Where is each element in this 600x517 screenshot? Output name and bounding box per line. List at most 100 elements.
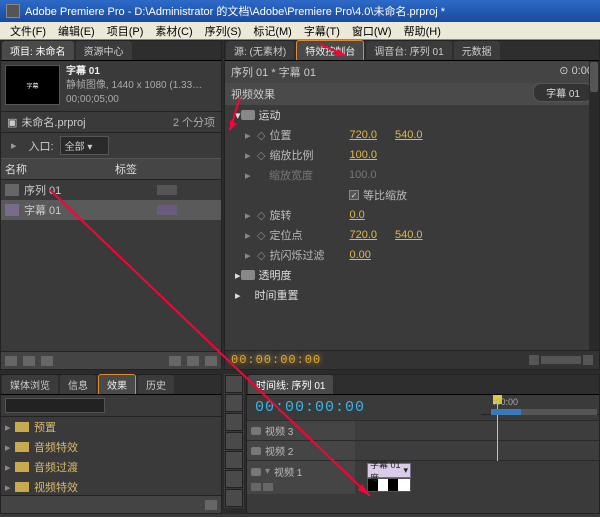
new-bin-icon[interactable] bbox=[205, 500, 217, 510]
tab-audio-mixer[interactable]: 调音台: 序列 01 bbox=[366, 41, 451, 60]
group-timeremap[interactable]: ▸ 时间重置 bbox=[225, 285, 599, 305]
menu-title[interactable]: 字幕(T) bbox=[298, 23, 346, 39]
fx-badge-icon bbox=[241, 270, 255, 280]
disclosure-icon[interactable]: ▸ bbox=[235, 269, 241, 282]
track-opt-icon[interactable] bbox=[263, 483, 273, 491]
effects-folder-audio-fx[interactable]: ▸音频特效 bbox=[1, 437, 221, 457]
anchor-x-value[interactable]: 720.0 bbox=[349, 229, 377, 241]
track-v2[interactable]: 视频 2 bbox=[247, 440, 599, 460]
find-icon[interactable] bbox=[41, 356, 53, 366]
effect-controls-panel: 源: (无素材) 特效控制台 调音台: 序列 01 元数据 序列 01 * 字幕… bbox=[224, 40, 600, 370]
tab-metadata[interactable]: 元数据 bbox=[454, 41, 500, 60]
menu-marker[interactable]: 标记(M) bbox=[247, 23, 298, 39]
disclosure-icon[interactable]: ▸ bbox=[235, 289, 241, 302]
tab-history[interactable]: 历史 bbox=[138, 375, 174, 394]
col-name[interactable]: 名称 bbox=[5, 161, 115, 177]
prop-antiflicker: ▸◇ 抗闪烁过滤 0.00 bbox=[225, 245, 599, 265]
delete-icon[interactable] bbox=[205, 356, 217, 366]
ripple-tool[interactable] bbox=[225, 413, 243, 431]
zoom-out-icon[interactable] bbox=[529, 355, 539, 365]
zoom-in-icon[interactable] bbox=[583, 355, 593, 365]
timeline-clip[interactable]: 字幕 01 度▾ bbox=[367, 463, 411, 478]
window-title: Adobe Premiere Pro - D:\Administrator 的文… bbox=[25, 3, 445, 19]
col-label[interactable]: 标签 bbox=[115, 161, 137, 177]
tab-timeline[interactable]: 时间线: 序列 01 bbox=[248, 375, 333, 394]
group-opacity[interactable]: ▸ 透明度 bbox=[225, 265, 599, 285]
antiflicker-value[interactable]: 0.00 bbox=[349, 249, 370, 261]
menu-clip[interactable]: 素材(C) bbox=[149, 23, 198, 39]
clip-thumbnail[interactable]: 字幕 bbox=[5, 65, 60, 105]
effects-folder-audio-trans[interactable]: ▸音频过渡 bbox=[1, 457, 221, 477]
track-v1[interactable]: ▾视频 1 字幕 01 度▾ bbox=[247, 460, 599, 494]
new-item-icon[interactable] bbox=[187, 356, 199, 366]
tab-effects[interactable]: 效果 bbox=[98, 374, 136, 394]
tab-resource-center[interactable]: 资源中心 bbox=[76, 41, 132, 60]
app-icon bbox=[6, 4, 20, 18]
time-ruler[interactable]: :00:00 00:00:14:23 bbox=[481, 395, 599, 415]
menu-sequence[interactable]: 序列(S) bbox=[199, 23, 248, 39]
entry-label: 入口: bbox=[29, 138, 54, 154]
eye-icon[interactable] bbox=[251, 427, 261, 435]
menu-edit[interactable]: 编辑(E) bbox=[52, 23, 101, 39]
bin-item-title[interactable]: 字幕 01 bbox=[1, 200, 221, 220]
tools-panel bbox=[224, 374, 244, 508]
folder-icon bbox=[15, 442, 29, 452]
effect-scrollbar[interactable] bbox=[589, 61, 599, 369]
sequence-icon bbox=[5, 184, 19, 196]
tab-source[interactable]: 源: (无素材) bbox=[226, 41, 294, 60]
effects-folder-video-fx[interactable]: ▸视频特效 bbox=[1, 477, 221, 497]
zoom-slider[interactable] bbox=[541, 356, 581, 364]
clip-meta: 静帧图像, 1440 x 1080 (1.33… bbox=[66, 79, 202, 93]
eye-icon[interactable] bbox=[251, 447, 261, 455]
eye-icon[interactable] bbox=[251, 468, 261, 476]
effects-browser-panel: 媒体浏览 信息 效果 历史 ▸预置 ▸音频特效 ▸音频过渡 ▸视频特效 ▸视频切… bbox=[0, 374, 222, 514]
scale-w-value: 100.0 bbox=[349, 169, 377, 181]
icon-view-icon[interactable] bbox=[23, 356, 35, 366]
tab-info[interactable]: 信息 bbox=[60, 375, 96, 394]
label-swatch[interactable] bbox=[157, 185, 177, 195]
project-file-name: 未命名.prproj bbox=[21, 114, 85, 130]
tab-media-browser[interactable]: 媒体浏览 bbox=[2, 375, 58, 394]
uniform-scale-checkbox[interactable]: ✓ bbox=[349, 190, 359, 200]
timeline-cti[interactable]: 00:00:00:00 bbox=[247, 395, 373, 420]
label-swatch[interactable] bbox=[157, 205, 177, 215]
clip-name: 字幕 01 bbox=[66, 65, 202, 79]
list-view-icon[interactable] bbox=[5, 356, 17, 366]
hand-tool[interactable] bbox=[225, 489, 243, 507]
project-tabs: 项目: 未命名 资源中心 bbox=[1, 41, 221, 61]
rotation-value[interactable]: 0.0 bbox=[349, 209, 364, 221]
menu-project[interactable]: 项目(P) bbox=[101, 23, 150, 39]
folder-icon bbox=[15, 482, 29, 492]
entry-dropdown[interactable]: 全部 ▾ bbox=[60, 136, 110, 155]
razor-tool[interactable] bbox=[225, 432, 243, 450]
search-icon[interactable]: ▸ bbox=[5, 138, 23, 153]
effect-scope-chip[interactable]: 字幕 01 bbox=[533, 83, 593, 102]
group-motion[interactable]: ▾ 运动 bbox=[225, 105, 599, 125]
pen-tool[interactable] bbox=[225, 470, 243, 488]
fx-badge-icon bbox=[241, 110, 255, 120]
anchor-y-value[interactable]: 540.0 bbox=[395, 229, 423, 241]
scale-value[interactable]: 100.0 bbox=[349, 149, 377, 161]
window-titlebar: Adobe Premiere Pro - D:\Administrator 的文… bbox=[0, 0, 600, 22]
effects-folder-presets[interactable]: ▸预置 bbox=[1, 417, 221, 437]
tab-effect-controls[interactable]: 特效控制台 bbox=[296, 40, 364, 60]
track-select-tool[interactable] bbox=[225, 394, 243, 412]
pos-y-value[interactable]: 540.0 bbox=[395, 129, 423, 141]
prop-anchor: ▸◇ 定位点 720.0540.0 bbox=[225, 225, 599, 245]
tab-project[interactable]: 项目: 未命名 bbox=[2, 41, 74, 60]
menu-window[interactable]: 窗口(W) bbox=[346, 23, 398, 39]
folder-icon bbox=[15, 462, 29, 472]
pos-x-value[interactable]: 720.0 bbox=[349, 129, 377, 141]
bin-item-sequence[interactable]: 序列 01 bbox=[1, 180, 221, 200]
effects-search[interactable] bbox=[5, 398, 105, 413]
effect-breadcrumb: 序列 01 * 字幕 01 ⊙ 0:00 bbox=[225, 61, 599, 83]
menu-file[interactable]: 文件(F) bbox=[4, 23, 52, 39]
slip-tool[interactable] bbox=[225, 451, 243, 469]
track-opt-icon[interactable] bbox=[251, 483, 261, 491]
effect-timecode[interactable]: 00:00:00:00 bbox=[231, 353, 321, 367]
menu-help[interactable]: 帮助(H) bbox=[398, 23, 447, 39]
track-v3[interactable]: 视频 3 bbox=[247, 420, 599, 440]
selection-tool[interactable] bbox=[225, 375, 243, 393]
new-bin-icon[interactable] bbox=[169, 356, 181, 366]
disclosure-icon[interactable]: ▾ bbox=[235, 109, 241, 122]
